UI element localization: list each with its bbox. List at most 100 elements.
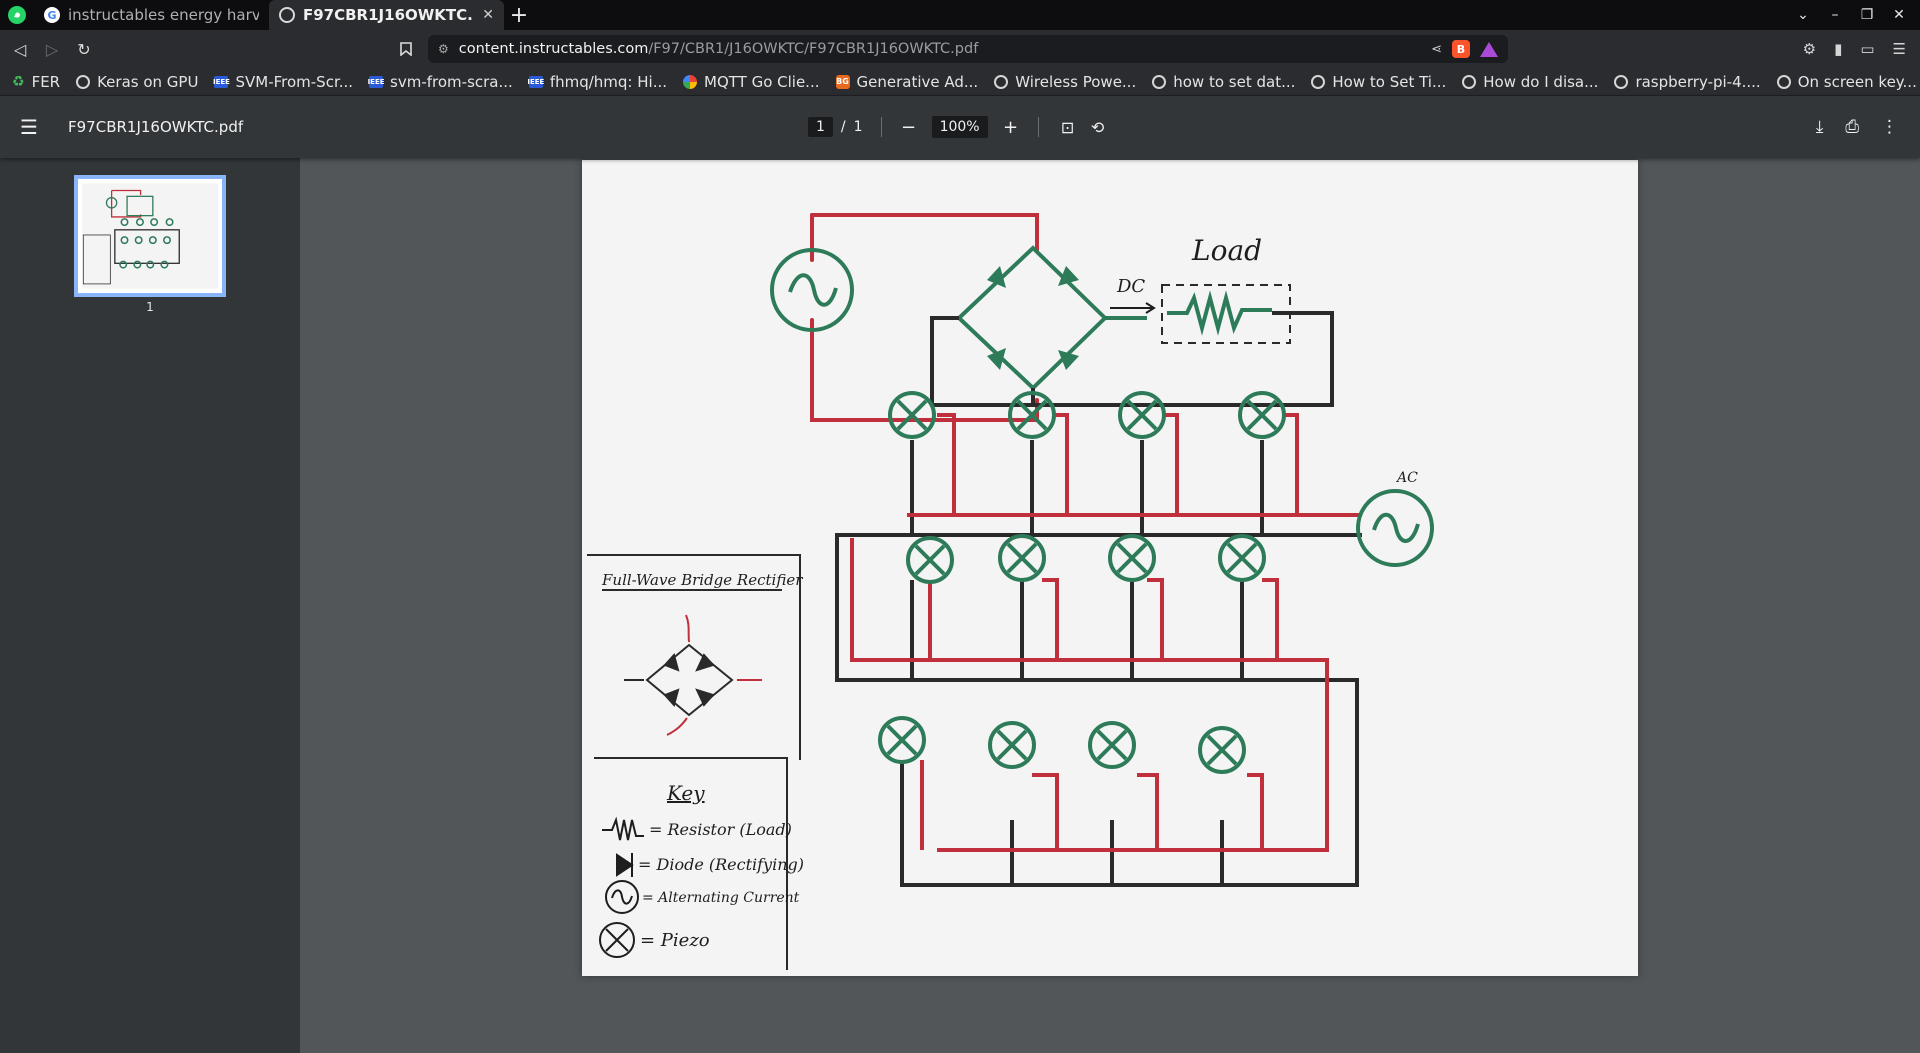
piezo-element	[988, 721, 1036, 769]
bookmark-item[interactable]: how to set dat...	[1152, 73, 1295, 91]
tab-title: F97CBR1J16OWKTC.pdf	[303, 6, 474, 24]
sidebar-toggle-icon[interactable]: ▮	[1834, 40, 1842, 58]
key-item-ac: = Alternating Current	[642, 890, 800, 906]
pdf-page: DC Load AC Full-Wave Bridge Rectifier Ke…	[582, 160, 1638, 976]
google-icon: G	[44, 7, 60, 23]
legend-title: Full-Wave Bridge Rectifier	[601, 571, 803, 589]
second-ac-source-symbol	[1356, 489, 1434, 567]
bookmark-label: how to set dat...	[1173, 72, 1296, 91]
bookmark-item[interactable]: IEEE SVM-From-Scr...	[213, 72, 354, 91]
url-text[interactable]: content.instructables.com/F97/CBR1/J16OW…	[459, 41, 1421, 57]
piezo-element	[878, 716, 926, 764]
reload-button[interactable]: ↻	[68, 33, 100, 65]
bookmark-item[interactable]: How to Set Ti...	[1311, 73, 1446, 91]
ieee-icon: IEEE	[213, 75, 230, 88]
bookmark-label: MQTT Go Clie...	[704, 72, 820, 91]
legend-box	[587, 554, 801, 970]
bookmarks-bar: ♻ FER Keras on GPU IEEE SVM-From-Scr... IEEE s…	[0, 68, 1920, 96]
forward-button[interactable]: ▷	[36, 33, 68, 65]
zoom-in-button[interactable]: +	[1002, 117, 1020, 138]
new-tab-button[interactable]: +	[504, 3, 534, 28]
menu-icon[interactable]: ☰	[1893, 40, 1906, 58]
piezo-array-black-wires	[835, 440, 1362, 887]
tab-search-icon[interactable]: ⌄	[1792, 7, 1814, 23]
globe-icon	[994, 74, 1009, 89]
url-path: /F97/CBR1/J16OWKTC/F97CBR1J16OWKTC.pdf	[648, 41, 979, 57]
piezo-element	[888, 391, 936, 439]
more-actions-icon[interactable]: ⋮	[1881, 117, 1898, 137]
fer-icon: ♻	[12, 73, 25, 90]
page-thumbnail[interactable]	[74, 175, 226, 297]
bookmark-label: Keras on GPU	[97, 72, 199, 91]
bookmark-label: svm-from-scra...	[390, 72, 513, 91]
window-controls: ⌄ – ❐ ✕	[1792, 7, 1920, 23]
bookmark-label: Generative Ad...	[856, 72, 979, 91]
legend-bridge-diagram	[624, 614, 762, 736]
minimize-button[interactable]: –	[1824, 7, 1846, 23]
tab-pdf[interactable]: F97CBR1J16OWKTC.pdf ✕	[269, 0, 504, 30]
dc-label: DC	[1116, 276, 1145, 297]
zoom-out-button[interactable]: −	[900, 117, 918, 138]
bookmark-item[interactable]: IEEE svm-from-scra...	[368, 72, 513, 91]
download-icon[interactable]: ⤓	[1816, 117, 1824, 137]
whatsapp-icon	[8, 6, 26, 24]
key-symbols	[599, 816, 644, 958]
wallet-icon[interactable]: ▭	[1860, 40, 1874, 58]
thumbnail-preview	[82, 183, 218, 289]
bookmark-item[interactable]: How do I disa...	[1462, 73, 1598, 91]
page-separator: /	[840, 119, 846, 135]
zoom-level-input[interactable]: 100%	[931, 116, 988, 138]
bookmark-item[interactable]: ♻ FER	[12, 73, 60, 91]
brave-rewards-icon[interactable]	[1480, 41, 1498, 57]
address-bar[interactable]: ⚙ content.instructables.com/F97/CBR1/J16…	[428, 35, 1508, 63]
bookmark-item[interactable]: Wireless Powe...	[994, 73, 1136, 91]
tab-instructables-search[interactable]: G instructables energy harveste	[34, 0, 269, 30]
close-window-button[interactable]: ✕	[1888, 7, 1910, 23]
piezo-element	[1118, 391, 1166, 439]
thumbnail-page-number: 1	[146, 300, 154, 314]
bridge-rectifier-symbol	[930, 245, 1147, 407]
bookmark-item[interactable]: IEEE fhmq/hmq: Hi...	[527, 73, 667, 91]
tab-strip: G instructables energy harveste F97CBR1J…	[0, 0, 1920, 30]
bookmark-item[interactable]: Keras on GPU	[76, 73, 198, 91]
piezo-element	[1238, 391, 1286, 439]
toolbar-right: ⚙ ▮ ▭ ☰	[1803, 40, 1920, 58]
rotate-icon[interactable]: ⟲	[1087, 118, 1109, 137]
piezo-elements	[878, 391, 1286, 774]
site-info-icon[interactable]: ⚙	[438, 42, 449, 56]
piezo-element	[1198, 726, 1246, 774]
bookmark-label: How do I disa...	[1483, 72, 1599, 91]
page-controls: 1 / 1 − 100% + ⊡ ⟲	[808, 116, 1109, 138]
bookmark-label: SVM-From-Scr...	[235, 72, 354, 91]
page-number-input[interactable]: 1	[808, 117, 833, 137]
key-item-resistor: = Resistor (Load)	[649, 820, 792, 839]
sidebar-menu-button[interactable]: ☰	[20, 115, 48, 139]
bookmark-page-icon[interactable]	[390, 33, 422, 65]
key-item-diode: = Diode (Rectifying)	[638, 855, 804, 874]
bookmark-item[interactable]: raspberry-pi-4....	[1614, 73, 1761, 91]
piezo-element	[1108, 534, 1156, 582]
piezo-element	[1218, 534, 1266, 582]
print-icon[interactable]: ⎙	[1845, 117, 1859, 137]
load-label: Load	[1191, 234, 1262, 267]
extensions-icon[interactable]: ⚙	[1803, 40, 1816, 58]
close-tab-icon[interactable]: ✕	[482, 7, 494, 23]
share-icon[interactable]: ⋖	[1431, 42, 1442, 57]
thumbnail-sidebar: 1	[0, 158, 300, 1053]
piezo-element	[998, 534, 1046, 582]
globe-icon	[1152, 74, 1167, 89]
key-title: Key	[666, 781, 705, 805]
globe-icon	[1776, 74, 1791, 89]
restore-button[interactable]: ❐	[1856, 7, 1878, 23]
bookmark-item[interactable]: BG Generative Ad...	[835, 72, 979, 91]
fit-to-page-icon[interactable]: ⊡	[1057, 118, 1079, 137]
globe-icon	[1462, 74, 1477, 89]
bg-icon: BG	[835, 74, 850, 89]
brave-shields-icon[interactable]: B	[1452, 40, 1470, 58]
whatsapp-pinned-tab[interactable]	[0, 0, 34, 30]
dc-arrow	[1110, 302, 1156, 314]
bookmark-item[interactable]: MQTT Go Clie...	[683, 73, 820, 91]
mqtt-icon	[683, 74, 697, 89]
bookmark-item[interactable]: On screen key...	[1776, 73, 1917, 91]
back-button[interactable]: ◁	[4, 33, 36, 65]
